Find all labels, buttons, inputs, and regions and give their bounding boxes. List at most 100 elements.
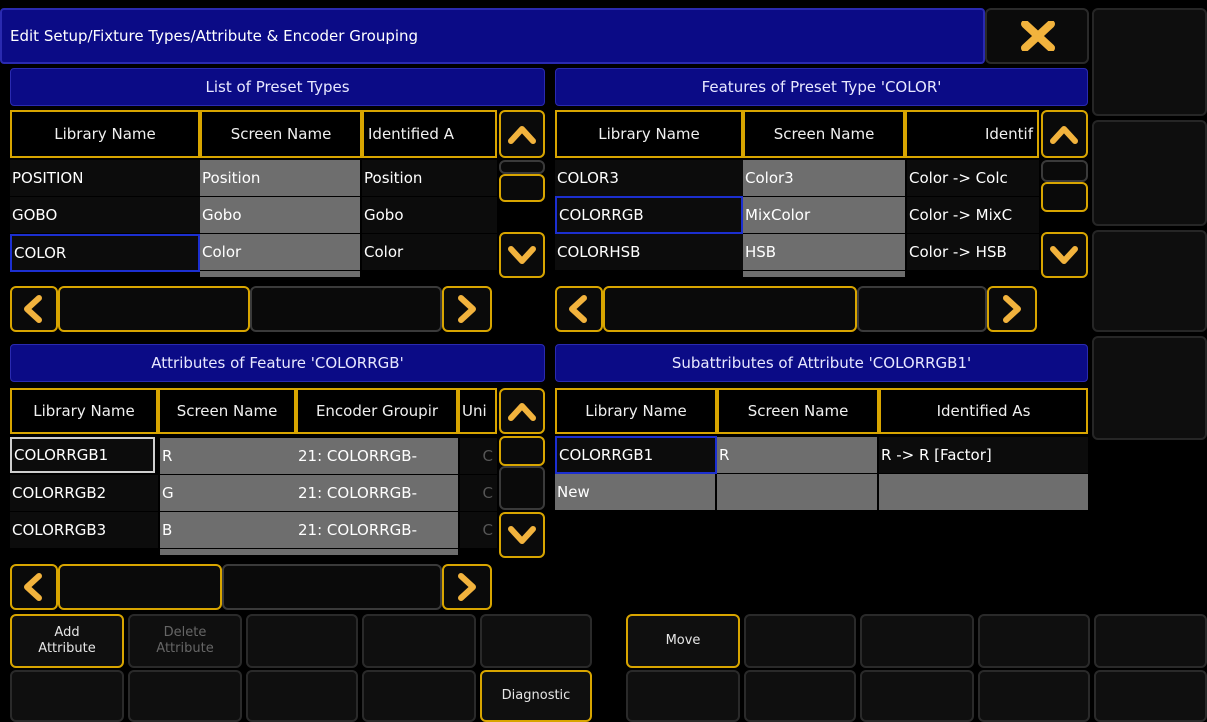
preset-cell[interactable]: GOBO [10, 197, 200, 233]
add-attribute-button[interactable]: Add Attribute [10, 614, 124, 668]
delete-attribute-button[interactable]: Delete Attribute [128, 614, 242, 668]
attributes-cell[interactable]: 21: COLORRGB- [296, 475, 458, 511]
empty-button[interactable] [362, 614, 476, 668]
empty-button[interactable] [1094, 614, 1207, 668]
diagnostic-button[interactable]: Diagnostic [480, 670, 592, 722]
empty-button[interactable] [1094, 670, 1207, 722]
preset-hscroll-thumb[interactable] [58, 286, 250, 332]
preset-cell[interactable]: Gobo [200, 197, 360, 233]
attributes-cell[interactable]: G [160, 475, 296, 511]
empty-button[interactable] [860, 614, 974, 668]
features-cell[interactable]: COLORHSB [555, 234, 743, 270]
empty-button[interactable] [860, 670, 974, 722]
subattributes-col-library-name[interactable]: Library Name [555, 388, 717, 434]
preset-cell[interactable]: Gobo [362, 197, 497, 233]
subattributes-col-identified-as[interactable]: Identified As [879, 388, 1088, 434]
subattributes-col-screen-name[interactable]: Screen Name [717, 388, 879, 434]
attributes-scroll-down-button[interactable] [499, 512, 545, 558]
attributes-col-unit[interactable]: Uni [458, 388, 497, 434]
features-cell[interactable]: COLOR3 [555, 160, 743, 196]
empty-button[interactable] [480, 614, 592, 668]
preset-cell[interactable]: POSITION [10, 160, 200, 196]
attributes-cell[interactable]: 21: COLORRGB- [296, 512, 458, 548]
preset-hscroll-track[interactable] [250, 286, 442, 332]
empty-button[interactable] [10, 670, 124, 722]
attributes-col-screen-name[interactable]: Screen Name [158, 388, 296, 434]
features-scroll-thumb[interactable] [1041, 182, 1088, 212]
attributes-cell[interactable]: COLORRGB3 [10, 512, 158, 548]
preset-scroll-up-button[interactable] [499, 110, 545, 158]
attributes-cell[interactable]: C [460, 438, 497, 474]
features-cell[interactable]: HSB [743, 234, 905, 270]
preset-scroll-right-button[interactable] [442, 286, 492, 332]
empty-button[interactable] [978, 670, 1090, 722]
empty-button[interactable] [744, 670, 856, 722]
attributes-cell[interactable]: R [160, 438, 296, 474]
attributes-scroll-track[interactable] [499, 466, 545, 510]
preset-cell-selected[interactable]: COLOR [10, 234, 200, 272]
features-scroll-left-button[interactable] [555, 286, 603, 332]
subattributes-cell[interactable]: R -> R [Factor] [879, 437, 1088, 473]
attributes-cell-selected[interactable]: COLORRGB1 [10, 437, 155, 473]
attributes-cell[interactable]: B [160, 512, 296, 548]
features-cell[interactable]: Color -> HSB [907, 234, 1039, 270]
side-button-1[interactable] [1092, 8, 1207, 116]
preset-scroll-left-button[interactable] [10, 286, 58, 332]
features-cell[interactable]: Color -> MixC [907, 197, 1039, 233]
preset-scroll-track[interactable] [499, 160, 545, 174]
preset-cell[interactable]: Color [362, 234, 497, 270]
empty-button[interactable] [626, 670, 740, 722]
preset-col-library-name[interactable]: Library Name [10, 110, 200, 158]
move-button[interactable]: Move [626, 614, 740, 668]
features-cell-selected[interactable]: COLORRGB [555, 196, 743, 234]
preset-cell[interactable]: Color [200, 234, 360, 270]
subattributes-cell[interactable] [717, 474, 877, 510]
empty-button[interactable] [362, 670, 476, 722]
side-button-2[interactable] [1092, 120, 1207, 226]
features-hscroll-track[interactable] [857, 286, 987, 332]
chevron-left-icon [24, 573, 42, 601]
features-scroll-down-button[interactable] [1041, 232, 1088, 278]
empty-button[interactable] [978, 614, 1090, 668]
features-col-identified-as[interactable]: Identif [905, 110, 1039, 158]
features-col-screen-name[interactable]: Screen Name [743, 110, 905, 158]
attributes-hscroll-track[interactable] [222, 564, 442, 610]
attributes-cell[interactable]: C [460, 512, 497, 548]
attributes-col-library-name[interactable]: Library Name [10, 388, 158, 434]
side-button-4[interactable] [1092, 336, 1207, 440]
preset-scroll-thumb[interactable] [499, 174, 545, 202]
empty-button[interactable] [246, 670, 358, 722]
attributes-scroll-up-button[interactable] [499, 388, 545, 434]
chevron-left-icon [24, 295, 42, 323]
features-cell[interactable]: Color -> Colc [907, 160, 1039, 196]
attributes-col-encoder-grouping[interactable]: Encoder Groupir [296, 388, 458, 434]
subattributes-cell[interactable]: R [717, 437, 877, 473]
attributes-scroll-left-button[interactable] [10, 564, 58, 610]
features-scroll-right-button[interactable] [987, 286, 1037, 332]
subattributes-new-row[interactable]: New [555, 474, 715, 510]
attributes-scroll-right-button[interactable] [442, 564, 492, 610]
side-button-3[interactable] [1092, 230, 1207, 332]
subattributes-cell[interactable] [879, 474, 1088, 510]
preset-cell[interactable]: Position [362, 160, 497, 196]
preset-col-screen-name[interactable]: Screen Name [200, 110, 362, 158]
empty-button[interactable] [128, 670, 242, 722]
features-col-library-name[interactable]: Library Name [555, 110, 743, 158]
attributes-cell[interactable]: COLORRGB2 [10, 475, 158, 511]
preset-scroll-down-button[interactable] [499, 232, 545, 278]
attributes-cell[interactable]: 21: COLORRGB- [296, 438, 458, 474]
empty-button[interactable] [744, 614, 856, 668]
attributes-hscroll-thumb[interactable] [58, 564, 222, 610]
preset-cell[interactable]: Position [200, 160, 360, 196]
subattributes-cell-selected[interactable]: COLORRGB1 [555, 436, 717, 474]
empty-button[interactable] [246, 614, 358, 668]
preset-col-identified-as[interactable]: Identified A [362, 110, 497, 158]
features-cell[interactable]: Color3 [743, 160, 905, 196]
features-hscroll-thumb[interactable] [603, 286, 857, 332]
features-cell[interactable]: MixColor [743, 197, 905, 233]
attributes-cell[interactable]: C [460, 475, 497, 511]
features-scroll-up-button[interactable] [1041, 110, 1088, 158]
features-scroll-track[interactable] [1041, 160, 1088, 182]
close-button[interactable] [985, 8, 1089, 64]
attributes-scroll-thumb[interactable] [499, 436, 545, 466]
